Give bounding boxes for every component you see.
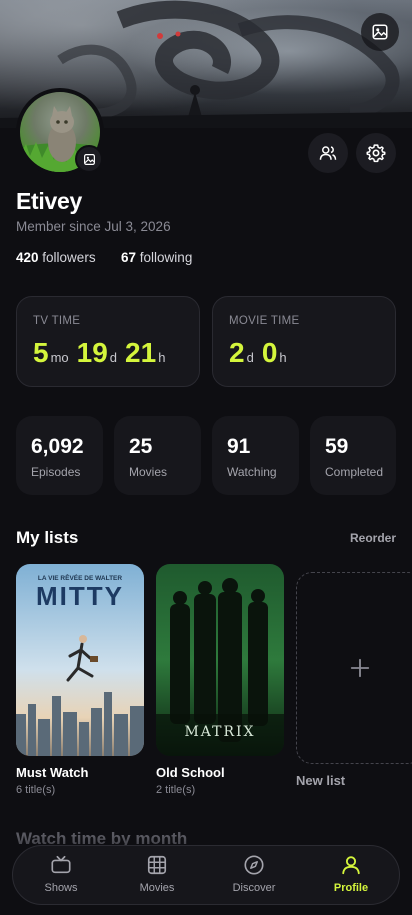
stat-value: 6,092 (31, 435, 84, 458)
plus-icon (350, 658, 370, 678)
bottom-nav: Shows Movies Discover Profile (12, 845, 400, 905)
stat-label: Watching (227, 465, 277, 479)
movie-days-unit: d (246, 350, 254, 365)
tv-days-unit: d (109, 350, 118, 365)
followers-count: 420 (16, 250, 39, 265)
following-count: 67 (121, 250, 137, 265)
nav-label: Discover (232, 882, 276, 894)
nav-label: Profile (333, 882, 369, 894)
stat-label: Movies (129, 465, 168, 479)
tv-days: 19 (76, 337, 108, 368)
list-card-must-watch[interactable]: LA VIE RÊVÉE DE WALTER MITTY (16, 564, 144, 756)
tv-time-value: 5 mo 19 d 21 h (33, 337, 173, 369)
stat-watching[interactable]: 91 Watching (212, 416, 299, 495)
nav-discover[interactable]: Discover (214, 852, 294, 900)
tv-hours-unit: h (158, 350, 166, 365)
tv-months-unit: mo (50, 350, 69, 365)
tv-hours: 21 (125, 337, 157, 368)
movie-hours-unit: h (279, 350, 287, 365)
movie-time-label: MOVIE TIME (229, 315, 300, 327)
new-list-button[interactable] (296, 572, 412, 764)
stat-value: 59 (325, 435, 349, 458)
profile-name: Etivey (16, 188, 82, 214)
list-card-old-school[interactable]: MATRIX (156, 564, 284, 756)
image-icon (83, 153, 95, 165)
stat-value: 91 (227, 435, 251, 458)
stat-label: Completed (325, 465, 384, 479)
list-count: 6 title(s) (16, 784, 56, 796)
member-since: Member since Jul 3, 2026 (16, 219, 171, 234)
movie-hours: 0 (261, 337, 278, 368)
movie-days: 2 (229, 337, 245, 368)
new-list-label: New list (296, 773, 346, 788)
stat-movies[interactable]: 25 Movies (114, 416, 201, 495)
following-link[interactable]: 67 following (121, 250, 192, 265)
movie-time-value: 2d 0h (229, 337, 295, 369)
poster-title: MITTY (36, 581, 124, 611)
gear-icon (366, 144, 386, 163)
friends-button[interactable] (308, 133, 348, 173)
nav-label: Shows (44, 882, 78, 894)
settings-button[interactable] (356, 133, 396, 173)
mitty-poster-image: LA VIE RÊVÉE DE WALTER MITTY (16, 564, 144, 756)
nav-profile[interactable]: Profile (311, 852, 391, 900)
user-icon (342, 856, 360, 875)
nav-shows[interactable]: Shows (21, 852, 101, 900)
stat-completed[interactable]: 59 Completed (310, 416, 396, 495)
image-icon (372, 24, 388, 40)
matrix-poster-image: MATRIX (156, 564, 284, 756)
tv-icon (51, 855, 71, 874)
followers-label: followers (42, 250, 96, 265)
users-icon (319, 146, 337, 160)
my-lists-title: My lists (16, 528, 79, 547)
reorder-button[interactable]: Reorder (350, 531, 396, 545)
tv-time-card: TV TIME 5 mo 19 d 21 h (16, 296, 200, 387)
stat-value: 25 (129, 435, 153, 458)
poster-title: MATRIX (184, 724, 255, 740)
nav-movies[interactable]: Movies (117, 852, 197, 900)
tv-time-label: TV TIME (33, 315, 81, 327)
stat-label: Episodes (31, 465, 81, 479)
change-banner-button[interactable] (361, 13, 399, 51)
compass-icon (244, 855, 264, 875)
list-name: Old School (156, 765, 225, 780)
tv-months: 5 (33, 337, 49, 368)
nav-label: Movies (139, 882, 175, 894)
film-icon (147, 855, 167, 875)
movie-time-card: MOVIE TIME 2d 0h (212, 296, 396, 387)
stat-episodes[interactable]: 6,092 Episodes (16, 416, 103, 495)
following-label: following (139, 250, 193, 265)
followers-link[interactable]: 420 followers (16, 250, 96, 265)
list-name: Must Watch (16, 765, 89, 780)
list-count: 2 title(s) (156, 784, 196, 796)
change-avatar-button[interactable] (75, 145, 103, 173)
